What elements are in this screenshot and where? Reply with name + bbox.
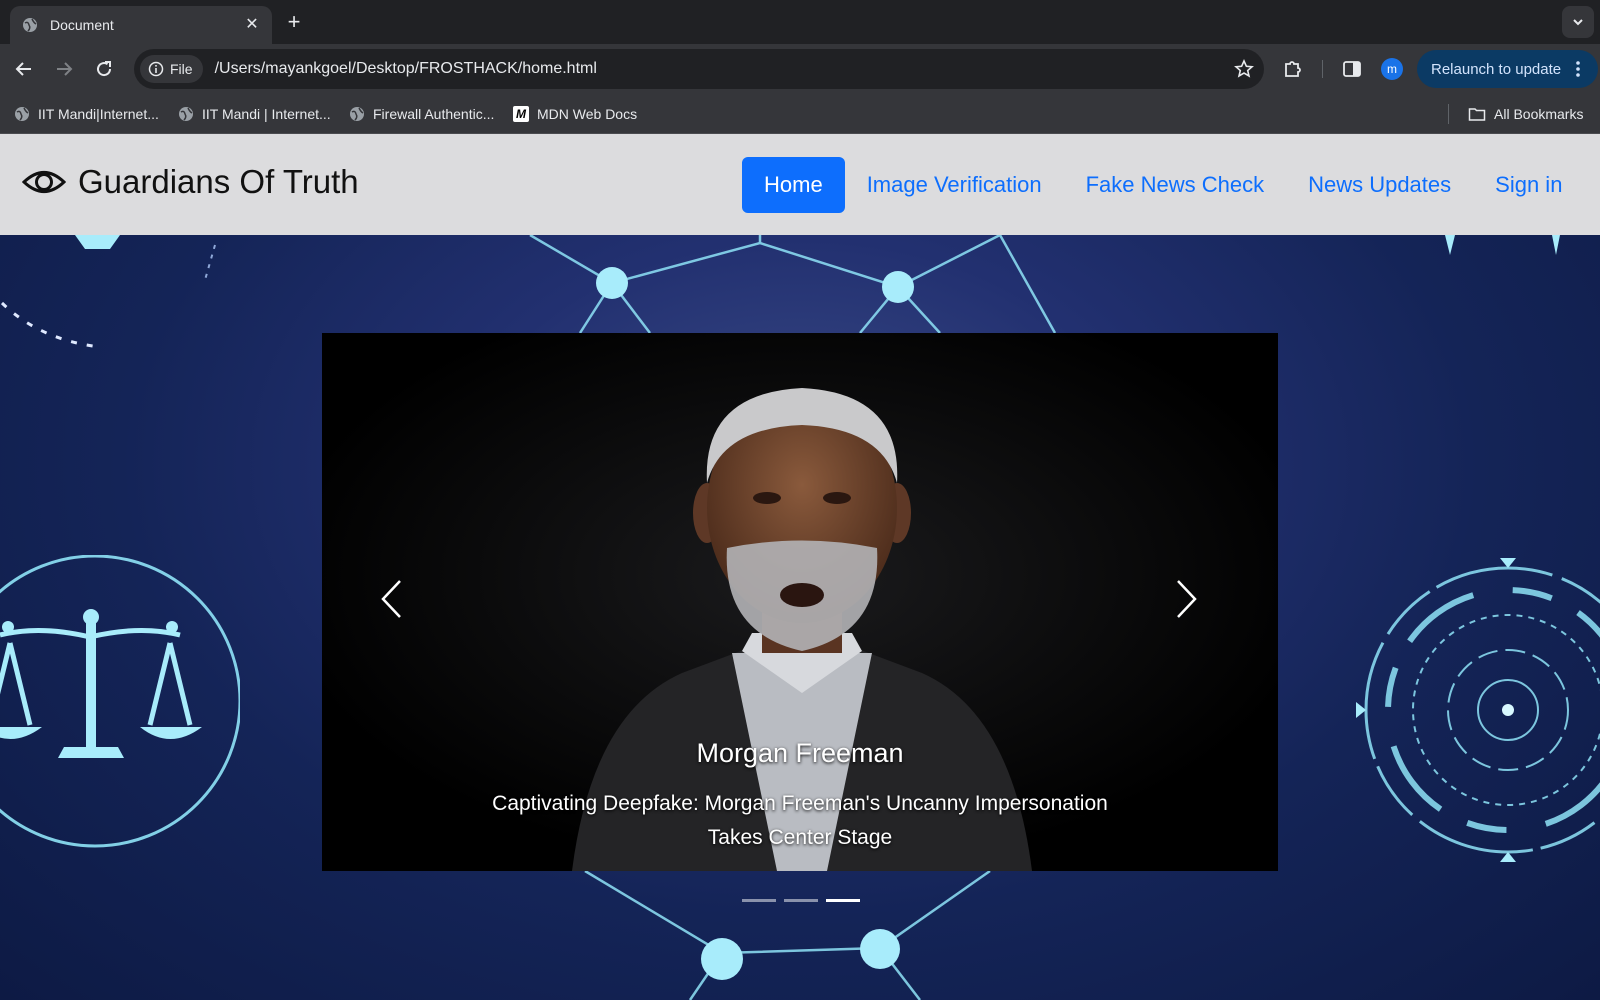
carousel-prev-button[interactable] bbox=[368, 575, 416, 623]
bookmark-item[interactable]: IIT Mandi | Internet... bbox=[178, 104, 331, 124]
back-button[interactable] bbox=[12, 57, 36, 81]
tab-search-button[interactable] bbox=[1562, 6, 1594, 38]
more-vertical-icon[interactable] bbox=[1568, 59, 1588, 79]
nav-fake-news-check[interactable]: Fake News Check bbox=[1064, 157, 1287, 213]
bookmarks-bar: IIT Mandi|Internet... IIT Mandi | Intern… bbox=[0, 94, 1600, 134]
forward-button[interactable] bbox=[52, 57, 76, 81]
carousel-indicator-2[interactable] bbox=[784, 899, 818, 902]
caption-title: Morgan Freeman bbox=[696, 738, 904, 768]
browser-toolbar: File /Users/mayankgoel/Desktop/FROSTHACK… bbox=[0, 44, 1600, 94]
main-nav: Home Image Verification Fake News Check … bbox=[742, 157, 1584, 213]
eye-icon bbox=[22, 171, 66, 193]
reload-icon bbox=[97, 61, 112, 77]
bookmark-label: IIT Mandi | Internet... bbox=[202, 106, 331, 122]
globe-icon bbox=[179, 107, 193, 121]
brand[interactable]: Guardians Of Truth bbox=[22, 160, 359, 204]
carousel-caption: Morgan Freeman Captivating Deepfake: Mor… bbox=[322, 738, 1278, 855]
carousel-next-button[interactable] bbox=[1162, 575, 1210, 623]
carousel-indicator-1[interactable] bbox=[742, 899, 776, 902]
chip-label: File bbox=[170, 61, 193, 77]
carousel-indicators bbox=[742, 899, 860, 902]
nav-home[interactable]: Home bbox=[742, 157, 845, 213]
reload-button[interactable] bbox=[92, 57, 116, 81]
globe-icon bbox=[350, 107, 364, 121]
chevron-right-icon bbox=[1177, 580, 1197, 618]
radar-target-icon bbox=[1356, 558, 1600, 862]
toolbar-divider bbox=[1322, 60, 1323, 78]
relaunch-label: Relaunch to update bbox=[1431, 60, 1562, 78]
address-bar[interactable]: File /Users/mayankgoel/Desktop/FROSTHACK… bbox=[134, 49, 1264, 89]
info-icon bbox=[148, 61, 164, 77]
hero-background: Morgan Freeman Captivating Deepfake: Mor… bbox=[0, 235, 1600, 1000]
extensions-button[interactable] bbox=[1281, 57, 1305, 81]
side-panel-icon bbox=[1343, 61, 1361, 77]
all-bookmarks-label: All Bookmarks bbox=[1494, 106, 1584, 122]
bookmark-star-button[interactable] bbox=[1224, 59, 1264, 79]
star-icon bbox=[1234, 59, 1254, 78]
chevron-left-icon bbox=[381, 580, 401, 618]
puzzle-icon bbox=[1285, 61, 1301, 77]
browser-tabstrip: Document ✕ + bbox=[0, 0, 1600, 44]
site-info-chip[interactable]: File bbox=[140, 55, 203, 83]
bookmark-label: MDN Web Docs bbox=[537, 106, 638, 122]
bookmark-item[interactable]: IIT Mandi|Internet... bbox=[14, 104, 159, 124]
side-panel-button[interactable] bbox=[1340, 57, 1364, 81]
back-arrow-icon bbox=[15, 62, 31, 76]
browser-tab[interactable]: Document ✕ bbox=[10, 6, 272, 44]
bookmark-label: IIT Mandi|Internet... bbox=[38, 106, 159, 122]
all-bookmarks-button[interactable]: All Bookmarks bbox=[1468, 104, 1583, 124]
caption-text-line-1: Captivating Deepfake: Morgan Freeman's U… bbox=[492, 792, 1108, 815]
bookmark-label: Firewall Authentic... bbox=[373, 106, 495, 122]
nav-news-updates[interactable]: News Updates bbox=[1286, 157, 1473, 213]
forward-arrow-icon bbox=[57, 62, 73, 76]
scales-of-justice-icon bbox=[0, 555, 240, 848]
carousel-indicator-3[interactable] bbox=[826, 899, 860, 902]
url-text[interactable]: /Users/mayankgoel/Desktop/FROSTHACK/home… bbox=[215, 60, 1224, 78]
nav-sign-in[interactable]: Sign in bbox=[1473, 157, 1584, 213]
site-navbar: Guardians Of Truth Home Image Verificati… bbox=[0, 134, 1600, 235]
bookmarks-divider bbox=[1448, 104, 1449, 124]
globe-icon bbox=[23, 18, 37, 32]
brand-title: Guardians Of Truth bbox=[78, 163, 359, 200]
bookmark-item[interactable]: M MDN Web Docs bbox=[513, 104, 637, 124]
folder-icon bbox=[1468, 108, 1486, 121]
new-tab-button[interactable]: + bbox=[282, 10, 306, 34]
web-page: Guardians Of Truth Home Image Verificati… bbox=[0, 134, 1600, 1000]
image-carousel[interactable]: Morgan Freeman Captivating Deepfake: Mor… bbox=[322, 333, 1278, 871]
globe-icon bbox=[15, 107, 29, 121]
relaunch-button[interactable]: Relaunch to update bbox=[1417, 50, 1598, 88]
tab-close-icon[interactable]: ✕ bbox=[244, 17, 260, 33]
tab-title: Document bbox=[50, 17, 114, 33]
bookmark-item[interactable]: Firewall Authentic... bbox=[349, 104, 494, 124]
chevron-down-icon bbox=[1573, 19, 1583, 26]
profile-avatar[interactable]: m bbox=[1381, 58, 1403, 80]
caption-text-line-2: Takes Center Stage bbox=[707, 826, 893, 849]
mdn-icon: M bbox=[513, 106, 529, 122]
nav-image-verification[interactable]: Image Verification bbox=[845, 157, 1064, 213]
